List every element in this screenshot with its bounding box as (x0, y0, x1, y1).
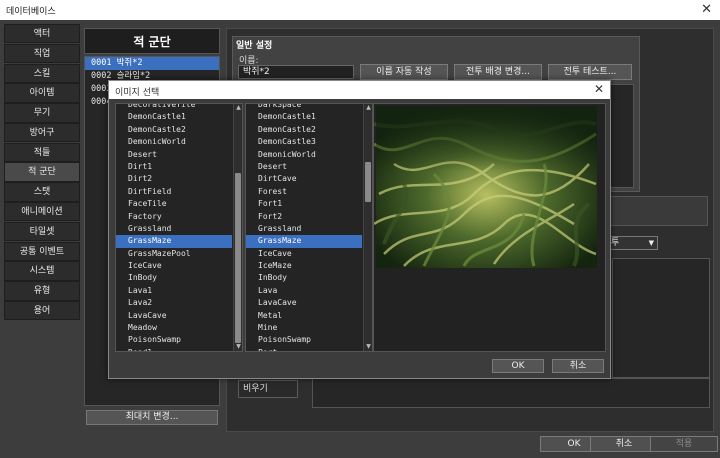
file-list-item[interactable]: DemonicWorld (246, 149, 362, 161)
nav-item[interactable]: 스킬 (4, 63, 80, 83)
nav-item[interactable]: 직업 (4, 43, 80, 64)
file-list-item[interactable]: DemonCastle3 (246, 136, 362, 148)
file-list-item[interactable]: DarkSpace (246, 104, 362, 111)
image-picker-titlebar: 이미지 선택 ✕ (109, 81, 610, 99)
file-list-item[interactable]: LavaCave (116, 310, 232, 322)
scrollbar[interactable]: ▲ ▼ (363, 104, 372, 351)
nav-item[interactable]: 시스템 (4, 261, 80, 281)
close-icon[interactable]: ✕ (594, 82, 604, 96)
chevron-down-icon: ▼ (648, 239, 654, 247)
file-list-item[interactable]: LavaCave (246, 297, 362, 309)
battle-test-button[interactable]: 전투 테스트... (548, 64, 632, 80)
file-list-item[interactable]: DemonCastle2 (116, 124, 232, 136)
nav-item[interactable]: 애니메이션 (4, 202, 80, 222)
scroll-down-icon[interactable]: ▼ (365, 343, 372, 351)
general-settings-title: 일반 설정 (236, 41, 273, 51)
file-list-item[interactable]: Lava1 (116, 285, 232, 297)
nav-item[interactable]: 공통 이벤트 (4, 241, 80, 261)
nav-item[interactable]: 적들 (4, 142, 80, 163)
dialog-ok-button[interactable]: OK (492, 359, 544, 373)
page-dropdown[interactable]: 투 ▼ (606, 236, 658, 250)
scrollbar[interactable]: ▲ ▼ (233, 104, 242, 351)
nav-item[interactable]: 방어구 (4, 122, 80, 143)
window-title: 데이터베이스 (6, 7, 56, 17)
file-list-item[interactable]: DemonCastle2 (246, 124, 362, 136)
change-max-button[interactable]: 최대치 변경... (86, 410, 218, 425)
image-preview-pane (373, 103, 606, 352)
file-list-item[interactable]: InBody (116, 272, 232, 284)
grass-maze-preview-image (374, 104, 605, 351)
battleback2-list[interactable]: DarkSpace DemonCastle1 DemonCastle2 DemonCa… (245, 103, 373, 352)
file-list-item[interactable]: Grassland (116, 223, 232, 235)
scrollbar-thumb[interactable] (365, 162, 371, 202)
file-list-item[interactable]: Road1 (116, 347, 232, 351)
close-icon[interactable]: ✕ (701, 2, 712, 17)
file-list-item[interactable]: DemonCastle1 (246, 111, 362, 123)
troop-list-row[interactable]: 0001 박쥐*2 (85, 57, 219, 70)
file-list-item[interactable]: Dirt2 (116, 173, 232, 185)
file-list-item[interactable]: Factory (116, 211, 232, 223)
file-list-item[interactable]: Meadow (116, 322, 232, 334)
file-list-item[interactable]: Lava (246, 285, 362, 297)
apply-button[interactable]: 적용 (650, 436, 718, 452)
name-field[interactable]: 박쥐*2 (238, 65, 354, 79)
battle-event-header (604, 196, 708, 226)
scroll-down-icon[interactable]: ▼ (235, 343, 242, 351)
window-titlebar: 데이터베이스 ✕ (0, 0, 720, 20)
nav-item[interactable]: 스탯 (4, 182, 80, 202)
clear-button[interactable]: 비우기 (238, 380, 298, 398)
scroll-up-icon[interactable]: ▲ (365, 104, 372, 112)
category-nav: 액터 직업 스킬 아이템 무기 방어구 적들 적 군단 스탯 애니메이션 타일셋 공통 이벤트 시스템 유… (4, 24, 80, 324)
image-picker-title: 이미지 선택 (115, 88, 160, 98)
cancel-button[interactable]: 취소 (590, 436, 658, 452)
scroll-up-icon[interactable]: ▲ (235, 104, 242, 112)
file-list-item[interactable]: Port (246, 347, 362, 351)
file-list-item[interactable]: IceMaze (246, 260, 362, 272)
file-list-item[interactable]: Grassland (246, 223, 362, 235)
nav-item[interactable]: 유형 (4, 281, 80, 301)
file-list-item[interactable]: DirtCave (246, 173, 362, 185)
battleback1-list[interactable]: DecorativeTile DemonCastle1 DemonCastle2 De… (115, 103, 243, 352)
file-list-item[interactable]: PoisonSwamp (246, 334, 362, 346)
file-list-item[interactable]: GrassMaze (116, 235, 232, 248)
file-list-item[interactable]: Fort1 (246, 198, 362, 210)
troop-list-header: 적 군단 (84, 28, 220, 54)
dialog-cancel-button[interactable]: 취소 (552, 359, 604, 373)
nav-item[interactable]: 타일셋 (4, 221, 80, 242)
file-list-item[interactable]: Metal (246, 310, 362, 322)
image-picker-dialog: 이미지 선택 ✕ DecorativeTile DemonCastle1 Demon… (108, 80, 611, 379)
file-list-item[interactable]: DemonicWorld (116, 136, 232, 148)
event-content-list-bottom[interactable] (312, 378, 710, 408)
nav-item[interactable]: 적 군단 (4, 162, 80, 182)
file-list-item[interactable]: Lava2 (116, 297, 232, 309)
file-list-item[interactable]: Fort2 (246, 211, 362, 223)
file-list-item[interactable]: InBody (246, 272, 362, 284)
nav-item[interactable]: 액터 (4, 24, 80, 44)
file-list-item[interactable]: Forest (246, 186, 362, 198)
file-list-item[interactable]: GrassMazePool (116, 248, 232, 260)
auto-name-button[interactable]: 이름 자동 작성 (360, 64, 448, 80)
file-list-item[interactable]: PoisonSwamp (116, 334, 232, 346)
page-dropdown-value: 투 (611, 238, 620, 248)
file-list-item[interactable]: DecorativeTile (116, 104, 232, 111)
event-content-list[interactable] (612, 258, 710, 378)
file-list-item[interactable]: IceCave (116, 260, 232, 272)
nav-item[interactable]: 용어 (4, 300, 80, 321)
file-list-item[interactable]: Dirt1 (116, 161, 232, 173)
file-list-item[interactable]: Mine (246, 322, 362, 334)
nav-item[interactable]: 아이템 (4, 83, 80, 103)
nav-item[interactable]: 무기 (4, 103, 80, 123)
file-list-item[interactable]: DirtField (116, 186, 232, 198)
change-battleback-button[interactable]: 전투 배경 변경... (454, 64, 542, 80)
file-list-item[interactable]: DemonCastle1 (116, 111, 232, 123)
file-list-item[interactable]: IceCave (246, 248, 362, 260)
file-list-item[interactable]: Desert (116, 149, 232, 161)
scrollbar-thumb[interactable] (235, 173, 241, 343)
file-list-item[interactable]: Desert (246, 161, 362, 173)
file-list-item[interactable]: GrassMaze (246, 235, 362, 248)
file-list-item[interactable]: FaceTile (116, 198, 232, 210)
